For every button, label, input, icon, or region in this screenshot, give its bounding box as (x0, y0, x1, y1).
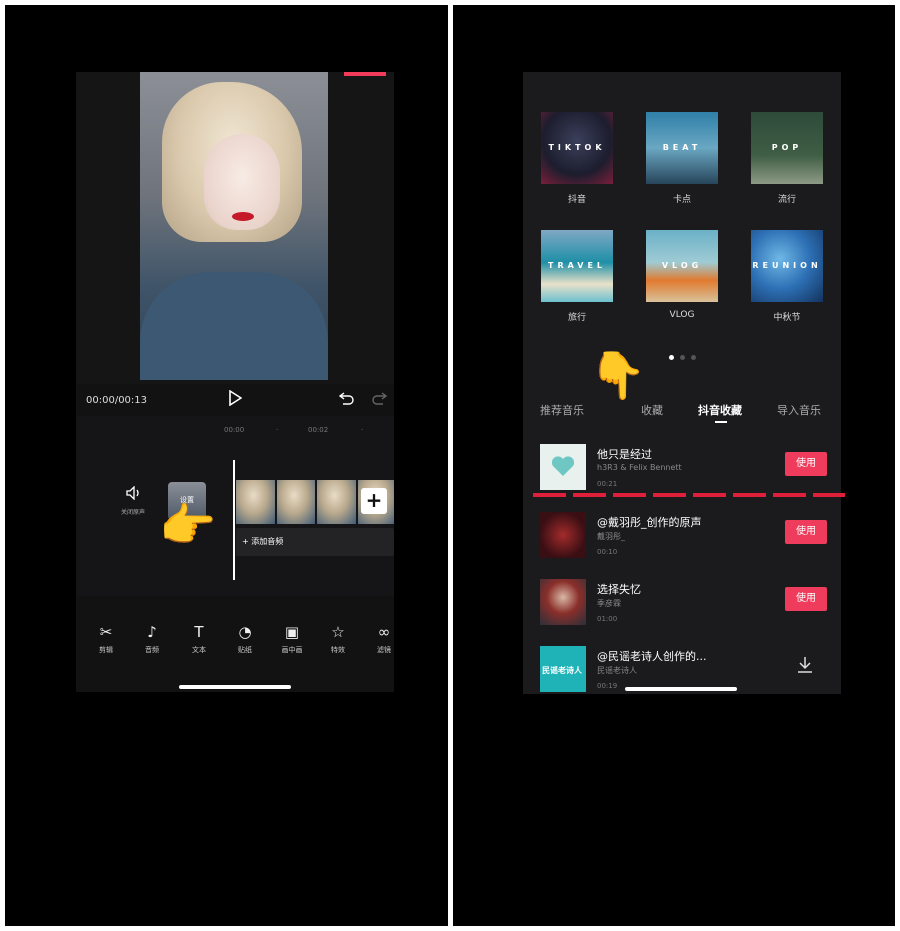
tool-effects[interactable]: ☆ 特效 (318, 622, 358, 655)
tool-text[interactable]: T 文本 (179, 622, 219, 655)
song-cover (540, 579, 586, 625)
tool-picture-in-picture[interactable]: ▣ 画中画 (272, 622, 312, 655)
highlight-dashed-line (533, 493, 845, 497)
music-note-icon: ♪ (147, 623, 157, 641)
music-library-screen: TIKTOK 抖音 BEAT 卡点 POP 流行 TRAVEL 旅行 VLOG (523, 72, 841, 694)
playhead[interactable] (233, 460, 235, 580)
category-cover: POP (751, 112, 823, 184)
add-audio-track[interactable]: + 添加音频 (236, 528, 394, 556)
tool-sticker[interactable]: ◔ 贴纸 (225, 622, 265, 655)
category-reunion[interactable]: REUNION 中秋节 (747, 230, 827, 323)
mute-original-sound-label: 关闭原声 (121, 509, 146, 516)
sticker-icon: ◔ (238, 623, 252, 641)
effects-icon: ☆ (331, 623, 345, 641)
song-item[interactable]: @戴羽彤_创作的原声 戴羽彤_ 00:10 使用 (523, 512, 841, 568)
tool-edit[interactable]: ✂ 剪辑 (86, 622, 126, 655)
tool-audio[interactable]: ♪ 音频 (132, 622, 172, 655)
scissors-icon: ✂ (99, 623, 113, 641)
use-button[interactable]: 使用 (785, 520, 827, 544)
tab-import-music[interactable]: 导入音乐 (777, 402, 821, 418)
speaker-icon[interactable] (126, 486, 142, 500)
category-pop[interactable]: POP 流行 (747, 112, 827, 205)
download-icon[interactable] (797, 656, 813, 674)
category-cover: TIKTOK (541, 112, 613, 184)
song-cover (540, 512, 586, 558)
song-cover (540, 444, 586, 490)
music-tabs: 推荐音乐 收藏 抖音收藏 导入音乐 (523, 402, 841, 426)
category-cover: BEAT (646, 112, 718, 184)
add-clip-button[interactable]: + (361, 488, 387, 514)
timecode: 00:00/00:13 (86, 395, 148, 406)
filter-icon: ∞ (377, 623, 391, 641)
tool-filter[interactable]: ∞ 滤镜 (364, 622, 394, 655)
use-button[interactable]: 使用 (785, 587, 827, 611)
tab-recommended-music[interactable]: 推荐音乐 (540, 402, 584, 418)
tab-douyin-favorites[interactable]: 抖音收藏 (698, 402, 742, 418)
video-editor-screen: 00:00/00:13 00:00 · 00:02 · 关闭原声 设置 + + … (76, 72, 394, 692)
editing-toolbar: ✂ 剪辑 ♪ 音频 T 文本 ◔ 贴纸 ▣ 画中画 ☆ 特效 ∞ 滤镜 (76, 622, 394, 662)
home-indicator (179, 685, 291, 689)
song-item[interactable]: 选择失忆 季彦霖 01:00 使用 (523, 579, 841, 635)
add-audio-label: + 添加音频 (242, 537, 284, 546)
song-item[interactable]: 他只是经过 h3R3 & Felix Bennett 00:21 使用 (523, 444, 841, 500)
progress-indicator (344, 72, 386, 76)
heart-icon (551, 456, 575, 476)
play-icon[interactable] (228, 390, 242, 406)
category-travel[interactable]: TRAVEL 旅行 (537, 230, 617, 323)
song-cover: 民谣老诗人 (540, 646, 586, 692)
pointing-hand-icon: 👇 (589, 348, 647, 402)
redo-icon[interactable] (372, 391, 387, 405)
category-cover: TRAVEL (541, 230, 613, 302)
home-indicator (625, 687, 737, 691)
category-vlog[interactable]: VLOG VLOG (642, 230, 722, 320)
category-beat[interactable]: BEAT 卡点 (642, 112, 722, 205)
picture-in-picture-icon: ▣ (284, 623, 300, 641)
timeline-tick: 00:00 (224, 426, 245, 434)
timeline-tick: 00:02 (308, 426, 329, 434)
timeline[interactable]: 00:00 · 00:02 · 关闭原声 设置 + + 添加音频 👉 (76, 416, 394, 596)
category-cover: VLOG (646, 230, 718, 302)
video-preview (76, 72, 394, 384)
undo-icon[interactable] (339, 391, 354, 405)
use-button[interactable]: 使用 (785, 452, 827, 476)
right-screen: TIKTOK 抖音 BEAT 卡点 POP 流行 TRAVEL 旅行 VLOG (453, 5, 895, 926)
category-cover: REUNION (751, 230, 823, 302)
text-icon: T (194, 623, 204, 641)
page-indicator[interactable] (669, 355, 696, 360)
pointing-hand-icon: 👉 (159, 498, 217, 552)
category-tiktok[interactable]: TIKTOK 抖音 (537, 112, 617, 205)
active-tab-indicator (715, 421, 727, 423)
video-frame-image (140, 72, 328, 380)
tab-favorites[interactable]: 收藏 (641, 402, 663, 418)
left-screen: 00:00/00:13 00:00 · 00:02 · 关闭原声 设置 + + … (5, 5, 448, 926)
